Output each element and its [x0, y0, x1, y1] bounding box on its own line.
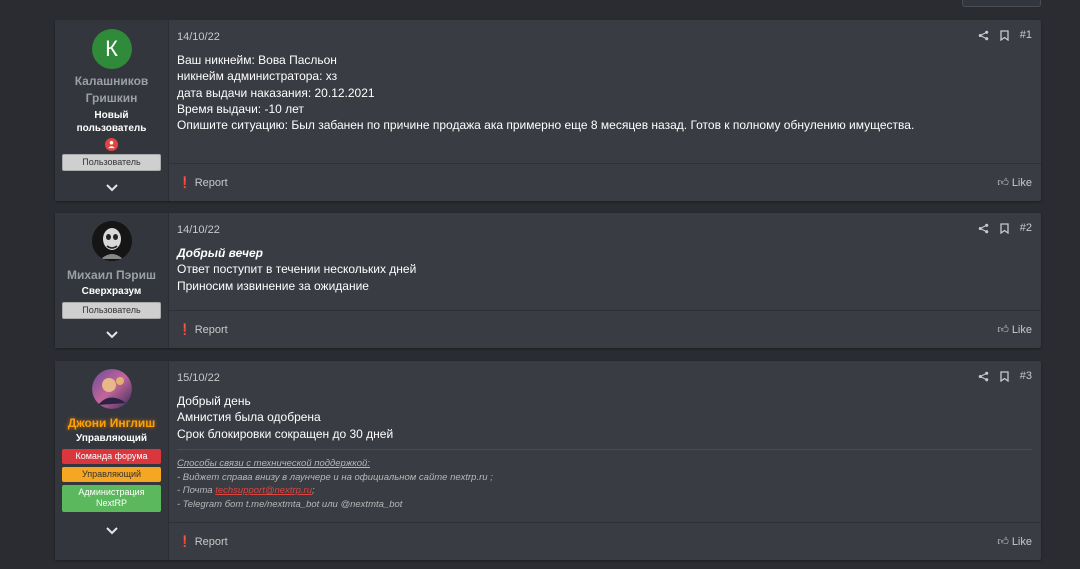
username[interactable]: Джони Инглиш: [68, 415, 156, 432]
post-2: Михаил Пэриш Сверхразум Пользователь 14/…: [55, 213, 1041, 348]
post-number[interactable]: #1: [1020, 29, 1032, 41]
avatar[interactable]: [91, 221, 132, 261]
user-banner-administration: Администрация NextRP: [62, 485, 161, 512]
user-title-line2: пользователь: [76, 123, 147, 134]
chevron-down-icon[interactable]: [105, 184, 118, 192]
share-icon[interactable]: [978, 371, 989, 382]
post-date[interactable]: 14/10/22: [177, 224, 220, 236]
signature-mail-suffix: ;: [311, 485, 315, 496]
user-title: Сверхразум: [81, 286, 142, 297]
banner-line1: Администрация: [78, 487, 145, 497]
post-1-content: 14/10/22 #1 Ваш никнейм: Вова Пасльон ни…: [169, 20, 1041, 201]
post-3: Джони Инглиш Управляющий Команда форума …: [55, 361, 1041, 560]
banner-line2: NextRP: [95, 498, 127, 508]
report-label[interactable]: Report: [195, 177, 228, 189]
post-greeting: Добрый вечер: [177, 246, 263, 260]
bookmark-icon[interactable]: [1000, 370, 1009, 382]
post-footer: ❗ Report 👍︎ Like: [169, 522, 1041, 560]
post-tools: #3: [978, 370, 1032, 382]
post-1: К Калашников Гришкин Новый пользователь По…: [55, 20, 1041, 201]
post-line: Добрый день: [177, 394, 251, 408]
user-title: Управляющий: [75, 433, 148, 444]
signature-line: - Виджет справа внизу в лаунчере и на оф…: [177, 471, 493, 483]
post-tools: #2: [978, 222, 1032, 234]
post-3-author: Джони Инглиш Управляющий Команда форума …: [55, 361, 169, 560]
like-label[interactable]: Like: [1012, 177, 1032, 189]
like-label[interactable]: Like: [1012, 536, 1032, 548]
info-icon: ❗: [178, 324, 192, 336]
support-email-link[interactable]: techsupport@nextrp.ru: [215, 485, 312, 496]
user-banner: Пользователь: [62, 154, 161, 171]
like-button[interactable]: 👍︎ Like: [997, 176, 1032, 189]
like-label[interactable]: Like: [1012, 324, 1032, 336]
report-link[interactable]: ❗ Report: [178, 323, 228, 336]
username[interactable]: Калашников Гришкин: [75, 73, 149, 107]
post-line: Приносим извинение за ожидание: [177, 278, 369, 293]
report-label[interactable]: Report: [195, 324, 228, 336]
post-2-author: Михаил Пэриш Сверхразум Пользователь: [55, 213, 169, 348]
thumbs-up-icon: 👍︎: [997, 536, 1009, 548]
post-footer: ❗ Report 👍︎ Like: [169, 310, 1041, 348]
user-banner: Пользователь: [62, 302, 161, 319]
post-body: Ваш никнейм: Вова Пасльон никнейм админи…: [177, 52, 914, 133]
user-title-line1: Новый: [94, 110, 129, 121]
thumbs-up-icon: 👍︎: [997, 177, 1009, 189]
post-1-author: К Калашников Гришкин Новый пользователь По…: [55, 20, 169, 201]
signature-heading: Способы связи с технической поддержкой:: [177, 458, 370, 469]
post-date[interactable]: 15/10/22: [177, 372, 220, 384]
post-number[interactable]: #2: [1020, 222, 1032, 234]
report-link[interactable]: ❗ Report: [178, 535, 228, 548]
post-line: Амнистия была одобрена: [177, 410, 321, 425]
bookmark-icon[interactable]: [1000, 222, 1009, 234]
share-icon[interactable]: [978, 223, 989, 234]
signature-mail-prefix: - Почта: [177, 485, 216, 496]
post-3-content: 15/10/22 #3 Добрый день Амнистия была од…: [169, 361, 1041, 560]
signature-line: - Telegram бот t.me/nextmta_bot или @nex…: [177, 498, 403, 510]
info-icon: ❗: [178, 536, 192, 548]
signature-line: - Почта techsupport@nextrp.ru;: [177, 484, 1024, 498]
bookmark-icon[interactable]: [1000, 29, 1009, 41]
post-2-content: 14/10/22 #2 Добрый вечер Ответ поступит …: [169, 213, 1041, 348]
post-line: Срок блокировки сокращен до 30 дней: [177, 426, 394, 441]
username-line2[interactable]: Гришкин: [86, 91, 138, 105]
post-number[interactable]: #3: [1020, 370, 1032, 382]
avatar[interactable]: [91, 369, 132, 409]
chevron-down-icon[interactable]: [105, 331, 118, 339]
report-link[interactable]: ❗ Report: [178, 176, 228, 189]
share-icon[interactable]: [978, 30, 989, 41]
thumbs-up-icon: 👍︎: [997, 324, 1009, 336]
like-button[interactable]: 👍︎ Like: [997, 535, 1032, 548]
user-title: Новый пользователь: [77, 109, 147, 135]
post-line: Ваш никнейм: Вова Пасльон: [177, 53, 337, 67]
top-button[interactable]: [962, 0, 1041, 7]
signature: Способы связи с технической поддержкой: …: [177, 449, 1032, 511]
user-banner-forum-team: Команда форума: [62, 449, 161, 464]
post-body: Добрый вечер Ответ поступит в течении не…: [177, 245, 416, 294]
post-line: дата выдачи наказания: 20.12.2021: [177, 85, 375, 100]
user-banner-manager: Управляющий: [62, 467, 161, 482]
username-line1[interactable]: Калашников: [75, 74, 149, 88]
report-label[interactable]: Report: [195, 536, 228, 548]
post-date[interactable]: 14/10/22: [177, 31, 220, 43]
post-line: Опишите ситуацию: Был забанен по причине…: [177, 118, 915, 133]
like-button[interactable]: 👍︎ Like: [997, 323, 1032, 336]
post-line: никнейм администратора: хз: [177, 69, 338, 84]
avatar[interactable]: К: [91, 29, 132, 69]
post-body: Добрый день Амнистия была одобрена Срок …: [177, 393, 393, 442]
chevron-down-icon[interactable]: [105, 527, 118, 535]
post-footer: ❗ Report 👍︎ Like: [169, 163, 1041, 201]
post-line: Ответ поступит в течении нескольких дней: [177, 262, 417, 277]
username[interactable]: Михаил Пэриш: [67, 267, 156, 284]
warning-icon: [105, 138, 118, 151]
post-tools: #1: [978, 29, 1032, 41]
post-line: Время выдачи: -10 лет: [177, 101, 304, 116]
info-icon: ❗: [178, 177, 192, 189]
